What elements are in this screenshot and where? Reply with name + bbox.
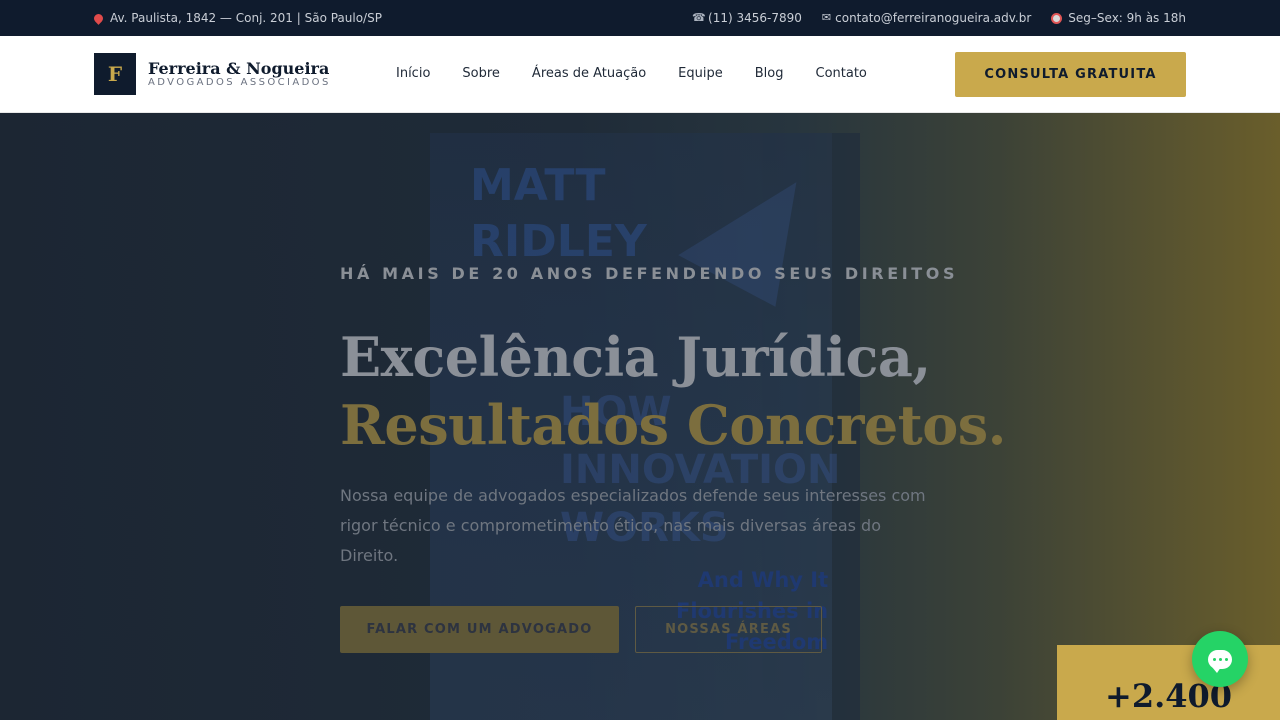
talk-to-lawyer-button[interactable]: FALAR COM UM ADVOGADO — [340, 606, 619, 653]
book-author-text: MATT RIDLEY — [470, 160, 647, 267]
hero-eyebrow: HÁ MAIS DE 20 ANOS DEFENDENDO SEUS DIREI… — [340, 264, 959, 283]
logo-subtitle: ADVOGADOS ASSOCIADOS — [148, 77, 331, 88]
logo-letter: F — [107, 62, 123, 86]
chat-icon — [1208, 649, 1232, 673]
logo-mark[interactable]: F — [94, 53, 136, 95]
phone-icon: ☎ — [692, 11, 706, 24]
hours-text: Seg–Sex: 9h às 18h — [1068, 11, 1186, 25]
nav-item-equipe[interactable]: Equipe — [678, 66, 723, 81]
hours-info: Seg–Sex: 9h às 18h — [1051, 11, 1186, 25]
nav-item-sobre[interactable]: Sobre — [462, 66, 500, 81]
hero-lead: Nossa equipe de advogados especializados… — [340, 486, 926, 565]
nav-item-areas[interactable]: Áreas de Atuação — [532, 66, 646, 81]
logo-name[interactable]: Ferreira & Nogueira — [148, 59, 329, 78]
clock-icon — [1051, 12, 1063, 24]
phone-info[interactable]: ☎ (11) 3456-7890 — [692, 11, 802, 25]
email-text: contato@ferreiranogueira.adv.br — [835, 11, 1032, 25]
main-nav: Início Sobre Áreas de Atuação Equipe Blo… — [396, 66, 867, 81]
phone-text: (11) 3456-7890 — [708, 11, 802, 25]
map-pin-icon — [92, 11, 105, 25]
nav-item-contato[interactable]: Contato — [816, 66, 867, 81]
nav-item-inicio[interactable]: Início — [396, 66, 430, 81]
address-info: Av. Paulista, 1842 — Conj. 201 | São Pau… — [92, 11, 382, 25]
contact-info: ☎ (11) 3456-7890 ✉ contato@ferreiranogue… — [692, 11, 1186, 25]
free-consultation-button[interactable]: CONSULTA GRATUITA — [955, 52, 1186, 97]
our-areas-button[interactable]: NOSSAS ÁREAS — [635, 606, 822, 653]
hero-headline-line1: Excelência Jurídica, — [340, 325, 931, 389]
hero-section: MATT RIDLEY HOW INNOVATION WORKS And Why… — [0, 113, 1280, 720]
mail-icon: ✉ — [821, 11, 832, 24]
whatsapp-chat-button[interactable] — [1192, 631, 1248, 687]
nav-item-blog[interactable]: Blog — [755, 66, 784, 81]
address-text: Av. Paulista, 1842 — Conj. 201 | São Pau… — [110, 11, 382, 25]
site-header: F Ferreira & Nogueira ADVOGADOS ASSOCIAD… — [0, 36, 1280, 113]
top-info-bar: Av. Paulista, 1842 — Conj. 201 | São Pau… — [0, 0, 1280, 36]
email-info[interactable]: ✉ contato@ferreiranogueira.adv.br — [822, 11, 1031, 25]
hero-headline-line2: Resultados Concretos. — [340, 393, 1006, 457]
